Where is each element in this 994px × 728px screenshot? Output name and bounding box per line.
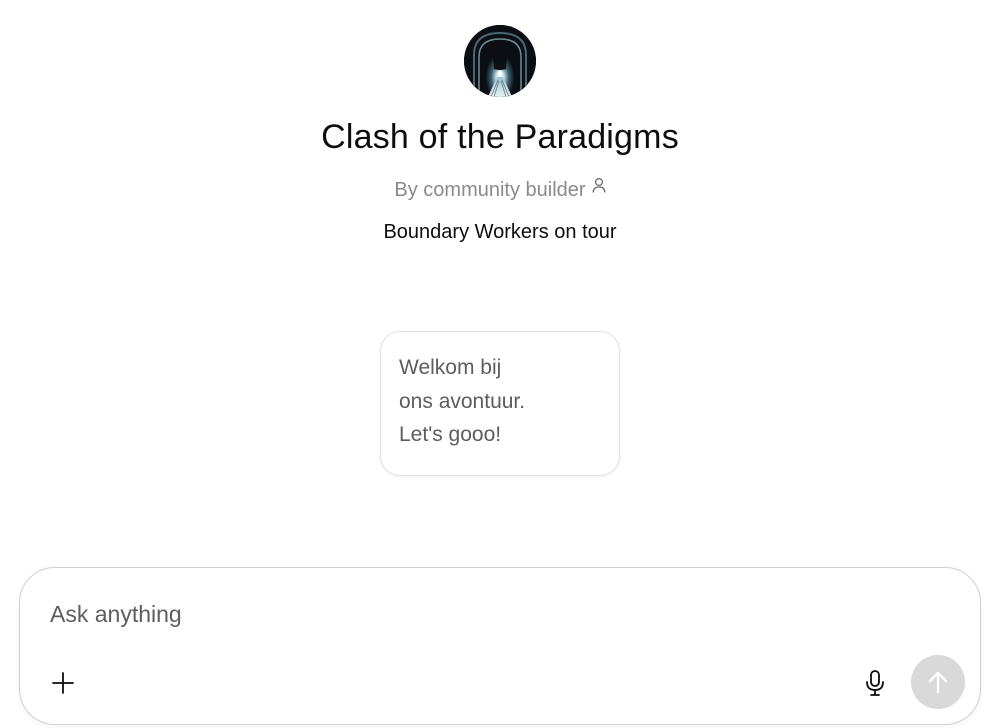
gpt-home-page: Clash of the Paradigms By community buil… <box>0 0 994 728</box>
gpt-description: Boundary Workers on tour <box>383 221 617 243</box>
microphone-icon <box>866 670 884 696</box>
gpt-avatar <box>464 25 536 97</box>
gpt-byline[interactable]: By community builder <box>0 176 994 202</box>
tunnel-figure-avatar-icon <box>464 25 536 97</box>
attach-button[interactable] <box>46 666 80 700</box>
conversation-starter-card[interactable]: Welkom bij ons avontuur. Let's gooo! <box>380 331 620 476</box>
send-button[interactable] <box>911 655 965 709</box>
starter-line: ons avontuur. <box>399 389 526 413</box>
starter-line: Welkom bij <box>399 356 502 379</box>
starter-line: Let's gooo! <box>399 423 502 446</box>
voice-input-button[interactable] <box>858 666 892 700</box>
arrow-up-icon <box>928 671 948 694</box>
gpt-title: Clash of the Paradigms <box>321 118 679 156</box>
person-icon <box>592 176 606 199</box>
byline-text: By community builder <box>394 179 586 201</box>
message-composer <box>19 567 981 725</box>
plus-icon <box>52 672 74 694</box>
message-input[interactable] <box>50 596 850 632</box>
